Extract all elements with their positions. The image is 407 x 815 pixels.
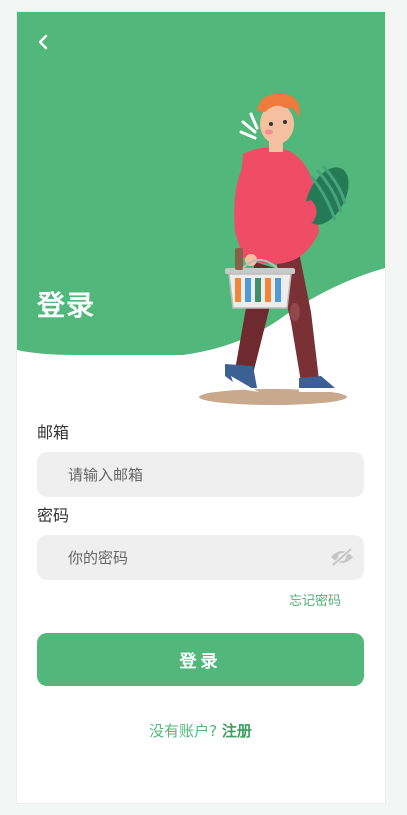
signup-prompt-text: 没有账户? [149, 722, 218, 740]
signup-link[interactable]: 注册 [222, 722, 252, 740]
password-field[interactable] [37, 547, 364, 568]
signup-prompt: 没有账户? 注册 [37, 720, 364, 741]
page-title: 登录 [37, 289, 96, 322]
login-card: 登录 邮箱 请输入邮箱 密码 忘记密码 登录 没有账户? 注册 [17, 12, 385, 803]
shopper-illustration [199, 93, 349, 405]
password-field-wrapper [37, 535, 364, 580]
email-label: 邮箱 [37, 423, 70, 442]
login-button[interactable]: 登录 [37, 633, 364, 686]
chevron-left-icon [38, 34, 48, 50]
back-button[interactable] [31, 30, 55, 54]
password-label: 密码 [37, 506, 70, 525]
login-form: 邮箱 密码 忘记密码 登录 没有账户? 注册 [37, 422, 364, 741]
forgot-password-link[interactable]: 忘记密码 [37, 590, 341, 609]
email-field-wrapper [37, 452, 364, 497]
eye-off-icon[interactable] [330, 547, 354, 567]
hero-header: 登录 [17, 12, 385, 412]
email-field[interactable] [37, 464, 364, 485]
